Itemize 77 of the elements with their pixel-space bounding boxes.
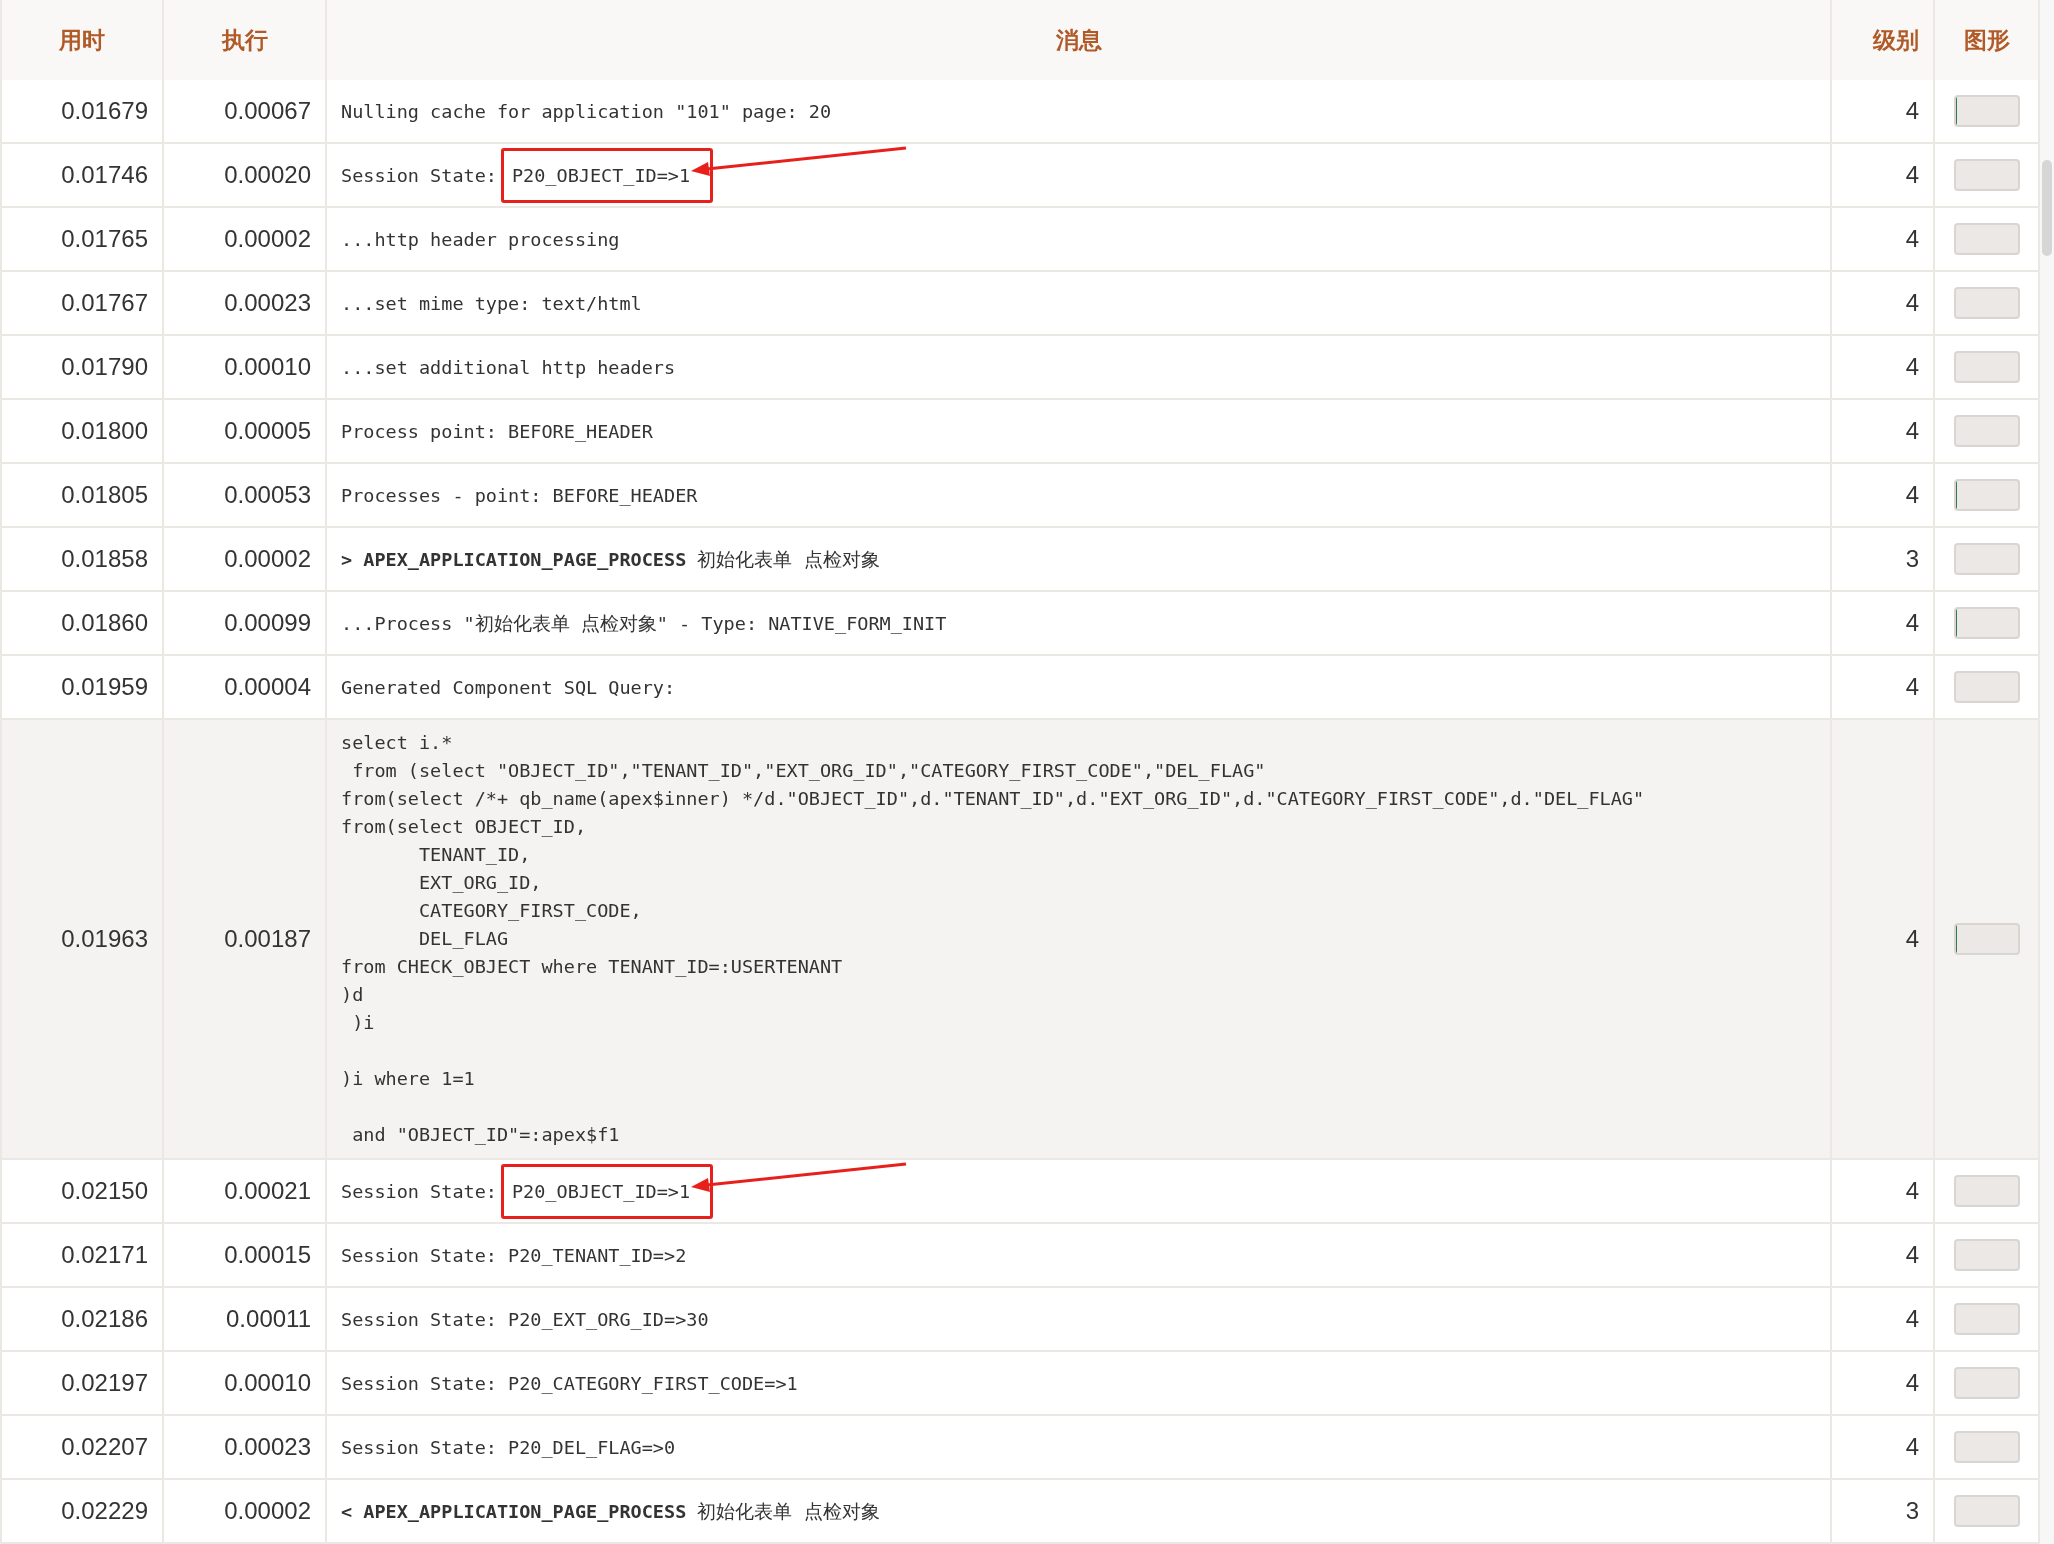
elapsed-time: 0.01746 [61, 161, 148, 189]
column-header: 执行 [164, 0, 327, 80]
highlighted-text: P20_OBJECT_ID=>1 [500, 147, 714, 203]
message-text: Generated Component SQL Query: [341, 676, 676, 698]
message-text: select i.* from (select "OBJECT_ID","TENANT_ID","EXT_ORG_ID","CATEGORY_FIRST_CODE","DEL_FLAG" from(select /*+ qb_name(apex$inner) */d."OBJECT_ID",d."TENANT_ID",d."EXT_ORG_ID",d."CATEGORY_FIRST_CODE",d."DEL_FLAG" from(select OBJECT_ID, TENANT_ID, EXT_ORG_ID, CATEGORY_FIRST_CODE, DEL_FLAG from CHECK_OBJECT where TENANT_ID=:USERTENANT )d )i )i where 1=1 and "OBJECT_ID"=:apex$f1 [341, 731, 1645, 1147]
execution-time: 0.00020 [224, 161, 311, 189]
level-value: 4 [1905, 161, 1919, 189]
scrollbar[interactable] [2040, 0, 2054, 1544]
column-header: 消息 [327, 0, 1832, 80]
scrollbar-thumb[interactable] [2042, 160, 2052, 256]
level-value: 4 [1905, 353, 1919, 381]
execution-time: 0.00010 [224, 1369, 311, 1397]
message-text: Session State: P20_CATEGORY_FIRST_CODE=>1 [341, 1372, 798, 1394]
level-value: 4 [1905, 1305, 1919, 1333]
elapsed-time: 0.02171 [61, 1241, 148, 1269]
level-value: 4 [1905, 97, 1919, 125]
message-text: Processes - point: BEFORE_HEADER [341, 484, 698, 506]
elapsed-time: 0.01860 [61, 609, 148, 637]
elapsed-time: 0.01767 [61, 289, 148, 317]
column-header: 用时 [2, 0, 164, 80]
execution-time: 0.00002 [224, 545, 311, 573]
column-header: 级别 [1832, 0, 1935, 80]
message-text: Session State: [341, 1180, 497, 1202]
elapsed-time: 0.01805 [61, 481, 148, 509]
execution-time: 0.00099 [224, 609, 311, 637]
elapsed-time: 0.02186 [61, 1305, 148, 1333]
level-value: 4 [1905, 1369, 1919, 1397]
execution-time: 0.00010 [224, 353, 311, 381]
level-value: 4 [1905, 289, 1919, 317]
execution-time: 0.00067 [224, 97, 311, 125]
execution-time: 0.00187 [224, 925, 311, 953]
message-text: Process point: BEFORE_HEADER [341, 420, 653, 442]
message-text: ...set additional http headers [341, 356, 676, 378]
message-text: Session State: P20_TENANT_ID=>2 [341, 1244, 687, 1266]
elapsed-time: 0.01765 [61, 225, 148, 253]
execution-time: 0.00004 [224, 673, 311, 701]
level-value: 4 [1905, 481, 1919, 509]
execution-time: 0.00011 [226, 1305, 311, 1333]
column-header: 图形 [1935, 0, 2040, 80]
elapsed-time: 0.01679 [61, 97, 148, 125]
level-value: 4 [1905, 609, 1919, 637]
elapsed-time: 0.01790 [61, 353, 148, 381]
level-value: 4 [1905, 673, 1919, 701]
elapsed-time: 0.02207 [61, 1433, 148, 1461]
message-text: Session State: P20_EXT_ORG_ID=>30 [341, 1308, 709, 1330]
level-value: 3 [1905, 1497, 1919, 1525]
elapsed-time: 0.02229 [61, 1497, 148, 1525]
elapsed-time: 0.02150 [61, 1177, 148, 1205]
highlighted-text: P20_OBJECT_ID=>1 [500, 1163, 714, 1219]
execution-time: 0.00005 [224, 417, 311, 445]
message-text: ...set mime type: text/html [341, 292, 642, 314]
level-value: 4 [1905, 417, 1919, 445]
execution-time: 0.00015 [224, 1241, 311, 1269]
message-text: > APEX_APPLICATION_PAGE_PROCESS 初始化表单 点检对象 [341, 547, 880, 572]
message-text: ...http header processing [341, 228, 620, 250]
level-value: 3 [1905, 545, 1919, 573]
elapsed-time: 0.02197 [61, 1369, 148, 1397]
level-value: 4 [1905, 1177, 1919, 1205]
message-text: Nulling cache for application "101" page: 20 [341, 100, 832, 122]
elapsed-time: 0.01800 [61, 417, 148, 445]
message-text: ...Process "初始化表单 点检对象" - Type: NATIVE_FORM_INIT [341, 611, 947, 636]
execution-time: 0.00021 [224, 1177, 311, 1205]
level-value: 4 [1905, 925, 1919, 953]
level-value: 4 [1905, 1433, 1919, 1461]
elapsed-time: 0.01858 [61, 545, 148, 573]
execution-time: 0.00023 [224, 289, 311, 317]
execution-time: 0.00053 [224, 481, 311, 509]
level-value: 4 [1905, 225, 1919, 253]
execution-time: 0.00002 [224, 1497, 311, 1525]
level-value: 4 [1905, 1241, 1919, 1269]
elapsed-time: 0.01959 [61, 673, 148, 701]
execution-time: 0.00002 [224, 225, 311, 253]
elapsed-time: 0.01963 [61, 925, 148, 953]
message-text: < APEX_APPLICATION_PAGE_PROCESS 初始化表单 点检对象 [341, 1499, 880, 1524]
execution-time: 0.00023 [224, 1433, 311, 1461]
message-text: Session State: P20_DEL_FLAG=>0 [341, 1436, 676, 1458]
message-text: Session State: [341, 164, 497, 186]
